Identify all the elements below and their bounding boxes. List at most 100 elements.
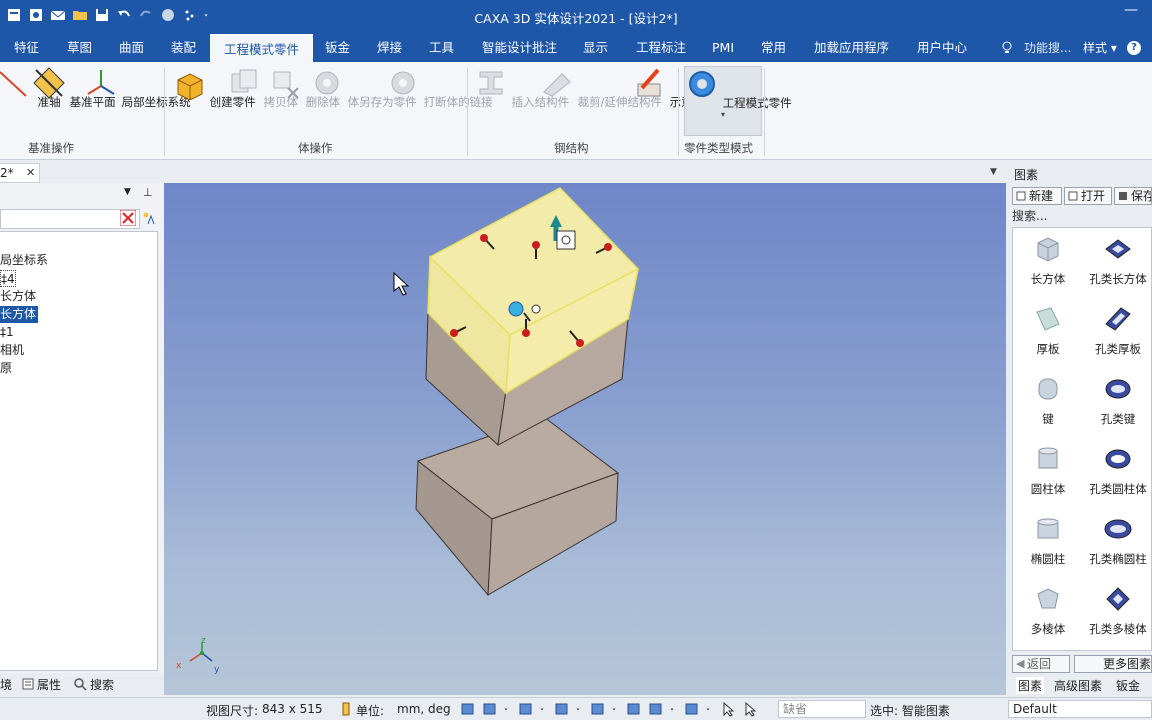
menu-tab[interactable]: 智能设计批注: [482, 34, 557, 62]
element-item[interactable]: 键: [1013, 374, 1083, 427]
tab-advanced-elements[interactable]: 高级图素: [1054, 677, 1102, 694]
menu-tab[interactable]: 工具: [429, 34, 454, 62]
tree-item[interactable]: ‡1: [0, 324, 14, 341]
document-tab[interactable]: 2* ✕: [0, 163, 40, 183]
element-item[interactable]: 孔类多棱体: [1083, 584, 1152, 637]
pointer-icon[interactable]: [720, 701, 736, 717]
pointer-alt-icon[interactable]: [742, 701, 758, 717]
copy-body-icon: [231, 69, 257, 93]
delete-body-button[interactable]: 删除体: [268, 66, 340, 110]
function-search[interactable]: 功能搜...: [1024, 34, 1071, 62]
tab-elements[interactable]: 图素: [1016, 677, 1045, 694]
tree-filter-input[interactable]: [0, 209, 140, 229]
insert-structure-button[interactable]: 插入结构件: [474, 66, 569, 110]
view-size-label: 视图尺寸:: [206, 704, 259, 718]
element-search[interactable]: 搜索...: [1012, 207, 1047, 224]
element-item[interactable]: 圆柱体: [1013, 444, 1083, 497]
menu-tab[interactable]: 焊接: [377, 34, 402, 62]
tree-item[interactable]: 原: [0, 360, 12, 377]
menu-tab[interactable]: 常用: [761, 34, 786, 62]
render-icon[interactable]: [590, 701, 606, 717]
group-separator: [678, 68, 679, 156]
menu-tab[interactable]: 工程模式零件: [210, 34, 314, 62]
dropdown-icon[interactable]: [504, 701, 512, 717]
engineering-part-mode-button[interactable]: 工程模式零件 ▾: [684, 66, 792, 136]
element-label: 键: [1042, 412, 1054, 426]
shading-icon[interactable]: [554, 701, 570, 717]
menu-tab[interactable]: 草图: [67, 34, 92, 62]
element-item[interactable]: 孔类圆柱体: [1083, 444, 1152, 497]
lightbulb-icon: [1002, 41, 1012, 53]
copy-body-button[interactable]: 拷贝体: [226, 66, 298, 110]
element-item[interactable]: 长方体: [1013, 234, 1083, 287]
break-body-link-button[interactable]: 打断体的链接: [386, 66, 493, 110]
menu-tab[interactable]: 显示: [583, 34, 608, 62]
filter-options-icon[interactable]: [141, 210, 157, 226]
clear-filter-icon[interactable]: [120, 210, 136, 226]
style-menu[interactable]: 样式 ▾: [1083, 34, 1117, 62]
element-item[interactable]: 孔类长方体: [1083, 234, 1152, 287]
menu-tab[interactable]: PMI: [712, 34, 734, 62]
zoom-icon[interactable]: [460, 701, 476, 717]
create-part-button[interactable]: 创建零件: [172, 66, 256, 110]
chevron-down-icon[interactable]: ▼: [124, 187, 131, 197]
view-cube-icon[interactable]: [518, 701, 534, 717]
menu-tab[interactable]: 装配: [171, 34, 196, 62]
save-body-as-part-button[interactable]: 体另存为零件: [310, 66, 417, 110]
default-combo[interactable]: 缺省: [778, 700, 866, 718]
element-item[interactable]: 椭圆柱: [1013, 514, 1083, 567]
menu-tab[interactable]: 用户中心: [917, 34, 967, 62]
element-label: 多棱体: [1030, 622, 1066, 636]
box-view-icon[interactable]: [626, 701, 642, 717]
element-item[interactable]: 多棱体: [1013, 584, 1083, 637]
dropdown-icon[interactable]: [612, 701, 620, 717]
tab-sheet-metal[interactable]: 钣金: [1116, 677, 1140, 694]
menu-tab[interactable]: 工程标注: [636, 34, 686, 62]
pin-icon[interactable]: ⊥: [143, 186, 153, 199]
3d-viewport[interactable]: z x y: [164, 183, 1006, 695]
datum-axis-button[interactable]: 准轴: [0, 66, 61, 110]
iso-view-icon[interactable]: [684, 701, 700, 717]
element-item[interactable]: 厚板: [1013, 304, 1083, 357]
more-libraries-button[interactable]: 更多图素库: [1074, 655, 1152, 673]
local-coordinate-button[interactable]: 局部坐标系统: [84, 66, 191, 110]
menu-tab[interactable]: 钣金: [325, 34, 350, 62]
element-item[interactable]: 孔类椭圆柱: [1083, 514, 1152, 567]
dropdown-icon[interactable]: [706, 701, 714, 717]
unit-value[interactable]: mm, deg: [397, 702, 451, 716]
wireframe-icon[interactable]: [648, 701, 664, 717]
dropdown-arrow-icon: ▾: [720, 110, 725, 119]
tab-search[interactable]: 搜索: [90, 676, 114, 693]
dropdown-icon[interactable]: [576, 701, 584, 717]
tab-properties[interactable]: 属性: [37, 676, 61, 693]
element-label: 孔类圆柱体: [1089, 482, 1147, 496]
tab-scene[interactable]: 境: [0, 676, 12, 693]
back-arrow-icon: ◀: [1016, 657, 1025, 670]
close-icon[interactable]: ✕: [26, 164, 35, 182]
tree-item[interactable]: 长方体: [0, 288, 36, 305]
selection-filter[interactable]: 选中: 智能图素: [870, 702, 950, 719]
element-item[interactable]: 孔类厚板: [1083, 304, 1152, 357]
zoom-window-icon[interactable]: [482, 701, 498, 717]
trim-extend-button[interactable]: 裁剪/延伸结构件: [540, 66, 662, 110]
tree-item[interactable]: ‡4: [0, 270, 16, 287]
dropdown-icon[interactable]: [670, 701, 678, 717]
tree-item[interactable]: 相机: [0, 342, 24, 359]
menu-tab[interactable]: 曲面: [119, 34, 144, 62]
tree-item[interactable]: 长方体: [0, 306, 39, 323]
tree-item[interactable]: 局坐标系: [0, 252, 48, 269]
anchor-icon[interactable]: [556, 230, 576, 250]
menu-tab[interactable]: 加载应用程序: [814, 34, 889, 62]
i-beam-icon: [479, 71, 503, 95]
viewport-dropdown-icon[interactable]: ▼: [990, 167, 997, 177]
element-item[interactable]: 孔类键: [1083, 374, 1152, 427]
new-doc-icon: [1016, 191, 1026, 201]
menu-tab[interactable]: 特征: [14, 34, 39, 62]
help-icon[interactable]: ?: [1127, 41, 1141, 55]
minimize-button[interactable]: —: [1124, 2, 1138, 18]
dropdown-icon[interactable]: [540, 701, 548, 717]
datum-plane-button[interactable]: 基准平面: [32, 66, 116, 110]
3d-scene[interactable]: [164, 183, 1006, 695]
style-combo[interactable]: Default: [1008, 700, 1152, 718]
weld-symbol-button[interactable]: 示意焊: [632, 66, 704, 110]
